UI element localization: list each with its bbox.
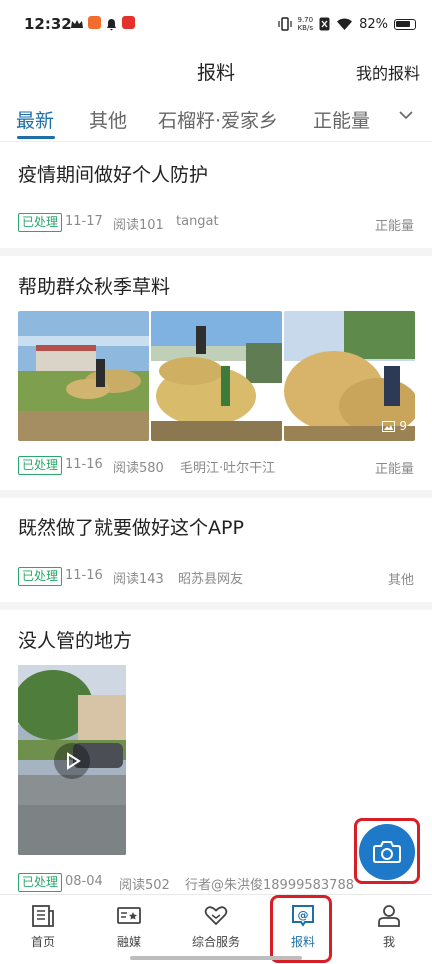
post-date: 11-16 (65, 457, 103, 472)
post-category: 正能量 (374, 219, 414, 234)
wifi-icon (337, 18, 353, 30)
tab-other[interactable]: 其他 (89, 106, 127, 133)
nav-services[interactable]: 综合服务 (172, 895, 260, 957)
post-photo[interactable]: 9 (284, 311, 415, 441)
status-badge: 已处理 (18, 456, 63, 475)
chevron-down-icon[interactable] (398, 107, 414, 123)
post-reads: 阅读502 (119, 878, 170, 893)
active-tab-indicator (17, 136, 55, 139)
highlight-report-nav (270, 895, 332, 963)
status-badge: 已处理 (18, 213, 63, 232)
post-meta: 已处理 11-16 阅读580 毛明江·吐尔干江 (18, 456, 414, 476)
post-author: 行者@朱洪俊18999583788 (185, 878, 354, 893)
crown-icon (70, 16, 83, 29)
status-badge: 已处理 (18, 567, 63, 586)
post-reads: 阅读143 (113, 572, 164, 587)
bottom-nav: 首页 融媒 综合服务 @ 报料 我 (0, 894, 432, 964)
section-divider (0, 490, 432, 498)
category-tabs: 最新 其他 石榴籽·爱家乡 正能量 (0, 100, 432, 140)
tab-latest[interactable]: 最新 (16, 106, 54, 133)
post-date: 08-04 (65, 874, 103, 889)
network-speed: 9.70 KB/s (298, 16, 314, 32)
photo-count-overlay: 9 (382, 419, 407, 433)
post-video-thumbnail[interactable] (18, 665, 126, 855)
post-reads: 阅读101 (113, 218, 164, 233)
post-category: 正能量 (374, 462, 414, 477)
section-divider (0, 248, 432, 256)
post-category: 其他 (387, 573, 414, 588)
section-divider (0, 602, 432, 610)
nav-media-label: 融媒 (116, 935, 141, 949)
app-notification-icon-2 (122, 16, 135, 29)
post-title[interactable]: 没人管的地方 (18, 626, 132, 653)
home-indicator (130, 956, 302, 960)
photo-count: 9 (399, 419, 407, 433)
nav-services-label: 综合服务 (191, 935, 240, 949)
nav-me[interactable]: 我 (346, 895, 432, 957)
nav-home[interactable]: 首页 (0, 895, 86, 957)
status-time: 12:32 (24, 15, 72, 33)
bell-icon (105, 16, 118, 31)
nav-media[interactable]: 融媒 (86, 895, 172, 957)
video-play-overlay[interactable] (54, 743, 90, 779)
post-author: tangat (176, 214, 219, 229)
tv-star-icon (117, 907, 141, 924)
status-badge: 已处理 (18, 873, 63, 892)
nav-me-label: 我 (382, 935, 395, 949)
post-author: 昭苏县网友 (178, 572, 244, 587)
post-title[interactable]: 帮助群众秋季草料 (18, 272, 170, 299)
battery-percent: 82% (359, 16, 388, 32)
tab-pomegranate-hometown[interactable]: 石榴籽·爱家乡 (158, 106, 278, 133)
tab-positive-energy[interactable]: 正能量 (313, 106, 370, 133)
person-icon (378, 905, 400, 927)
post-reads: 阅读580 (113, 461, 164, 476)
post-title[interactable]: 既然做了就要做好这个APP (18, 513, 244, 540)
tabs-divider (0, 141, 432, 142)
heart-hands-icon (204, 906, 228, 926)
play-icon (67, 752, 81, 770)
post-author: 毛明江·吐尔干江 (180, 461, 276, 476)
post-date: 11-17 (65, 214, 103, 229)
net-speed-value: 9.70 (297, 16, 314, 24)
my-report-button[interactable]: 我的报料 (356, 60, 420, 84)
net-speed-unit: KB/s (297, 24, 313, 32)
image-icon (382, 420, 396, 432)
battery-icon (394, 18, 416, 30)
post-date: 11-16 (65, 568, 103, 583)
nav-home-label: 首页 (30, 935, 55, 949)
post-meta: 已处理 11-16 阅读143 昭苏县网友 (18, 567, 414, 587)
no-sim-icon (319, 17, 330, 31)
status-right-group: 9.70 KB/s 82% (277, 14, 416, 34)
highlight-camera-button (354, 818, 420, 884)
post-title[interactable]: 疫情期间做好个人防护 (18, 160, 208, 187)
post-photo[interactable] (151, 311, 282, 441)
vibrate-icon (277, 17, 292, 31)
post-photo[interactable] (18, 311, 149, 441)
status-bar: 12:32 9.70 KB/s 82% (0, 0, 432, 46)
newspaper-icon (32, 905, 54, 927)
post-meta: 已处理 11-17 阅读101 tangat (18, 213, 414, 233)
app-notification-icon (88, 16, 101, 29)
